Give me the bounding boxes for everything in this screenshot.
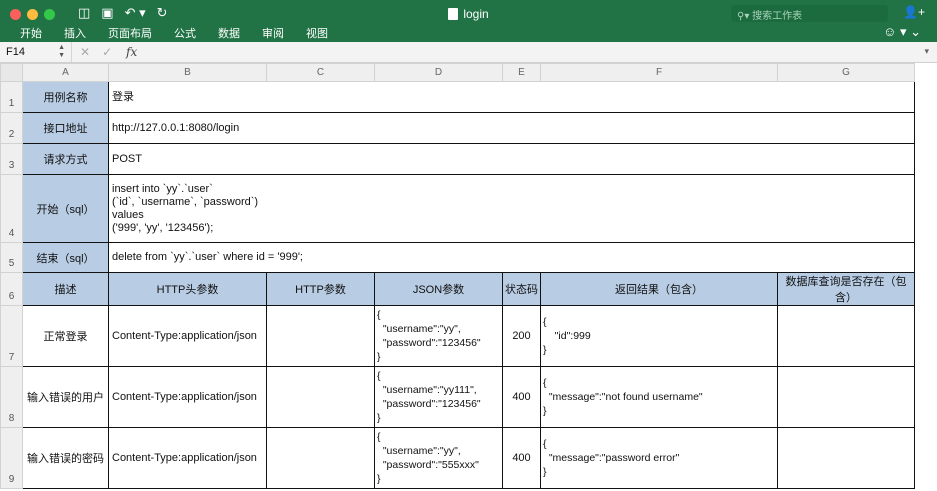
header-db-check[interactable]: 数据库查询是否存在（包含）	[777, 272, 915, 306]
column-header[interactable]: C	[266, 63, 375, 82]
header-result[interactable]: 返回结果（包含）	[540, 272, 778, 306]
column-header[interactable]: E	[502, 63, 541, 82]
case-description[interactable]: 正常登录	[22, 305, 109, 367]
formula-bar: F14 ▲ ▼ ✕ ✓ fx ▾	[0, 42, 937, 63]
table-row: 3 请求方式 POST	[0, 143, 915, 175]
document-icon	[448, 8, 459, 20]
row-header[interactable]: 6	[0, 272, 23, 306]
case-result[interactable]: { "message":"not found username" }	[540, 366, 778, 428]
row-header[interactable]: 8	[0, 366, 23, 428]
add-user-icon[interactable]: 👤+	[903, 5, 925, 19]
case-db[interactable]	[777, 366, 915, 428]
row-header[interactable]: 7	[0, 305, 23, 367]
expand-formula-bar-icon[interactable]: ▾	[924, 46, 929, 57]
select-all-corner[interactable]	[0, 63, 23, 82]
header-http-params[interactable]: HTTP参数	[266, 272, 375, 306]
search-icon: ⚲▾	[737, 11, 753, 22]
endpoint-label[interactable]: 接口地址	[22, 112, 109, 144]
column-header[interactable]: B	[108, 63, 267, 82]
sheet-grid: A B C D E F G 1 用例名称 登录 2 接口地址 http://12…	[0, 63, 915, 489]
case-http-header[interactable]: Content-Type:application/json	[108, 427, 267, 489]
teardown-sql-value[interactable]: delete from `yy`.`user` where id = '999'…	[108, 242, 915, 273]
case-json[interactable]: { "username":"yy", "password":"555xxx" }	[374, 427, 503, 489]
tab-home[interactable]: 开始	[20, 25, 42, 41]
setup-sql-label[interactable]: 开始（sql）	[22, 174, 109, 243]
case-db[interactable]	[777, 305, 915, 367]
setup-sql-value[interactable]: insert into `yy`.`user` (`id`, `username…	[108, 174, 915, 243]
cancel-icon[interactable]: ✕	[80, 45, 90, 59]
case-db[interactable]	[777, 427, 915, 489]
method-value[interactable]: POST	[108, 143, 915, 175]
worksheet: A B C D E F G 1 用例名称 登录 2 接口地址 http://12…	[0, 63, 937, 491]
column-header[interactable]: F	[540, 63, 778, 82]
row-header[interactable]: 1	[0, 81, 23, 113]
table-row: 2 接口地址 http://127.0.0.1:8080/login	[0, 112, 915, 144]
title-bar: ◫ ▣ ↶ ▾ ↻ login ⚲▾ 搜索工作表 👤+ 开始 插入 页面布局 公…	[0, 0, 937, 42]
teardown-sql-label[interactable]: 结束（sql）	[22, 242, 109, 273]
tab-formulas[interactable]: 公式	[174, 25, 196, 41]
table-header-row: 6 描述 HTTP头参数 HTTP参数 JSON参数 状态码 返回结果（包含） …	[0, 272, 915, 306]
column-header[interactable]: G	[777, 63, 915, 82]
tab-data[interactable]: 数据	[218, 25, 240, 41]
case-name-label[interactable]: 用例名称	[22, 81, 109, 113]
case-result[interactable]: { "message":"password error" }	[540, 427, 778, 489]
tab-insert[interactable]: 插入	[64, 25, 86, 41]
row-header[interactable]: 2	[0, 112, 23, 144]
row-header[interactable]: 9	[0, 427, 23, 489]
case-status[interactable]: 400	[502, 427, 541, 489]
formula-buttons: ✕ ✓	[80, 45, 124, 59]
case-description[interactable]: 输入错误的密码	[22, 427, 109, 489]
case-http-param[interactable]	[266, 366, 375, 428]
table-row: 4 开始（sql） insert into `yy`.`user` (`id`,…	[0, 174, 915, 243]
case-name-value[interactable]: 登录	[108, 81, 915, 113]
row-header[interactable]: 3	[0, 143, 23, 175]
case-http-header[interactable]: Content-Type:application/json	[108, 305, 267, 367]
ribbon-tabs: 开始 插入 页面布局 公式 数据 审阅 视图	[0, 25, 328, 41]
search-sheet-input[interactable]: ⚲▾ 搜索工作表	[731, 5, 888, 22]
header-status-code[interactable]: 状态码	[502, 272, 541, 306]
confirm-icon[interactable]: ✓	[102, 45, 112, 59]
case-json[interactable]: { "username":"yy111", "password":"123456…	[374, 366, 503, 428]
header-http-headers[interactable]: HTTP头参数	[108, 272, 267, 306]
case-http-param[interactable]	[266, 427, 375, 489]
column-header[interactable]: A	[22, 63, 109, 82]
endpoint-value[interactable]: http://127.0.0.1:8080/login	[108, 112, 915, 144]
tab-page-layout[interactable]: 页面布局	[108, 25, 152, 41]
case-http-param[interactable]	[266, 305, 375, 367]
name-box[interactable]: F14 ▲ ▼	[0, 42, 72, 62]
case-json[interactable]: { "username":"yy", "password":"123456" }	[374, 305, 503, 367]
table-row: 5 结束（sql） delete from `yy`.`user` where …	[0, 242, 915, 273]
function-icon[interactable]: fx	[126, 45, 137, 59]
case-status[interactable]: 400	[502, 366, 541, 428]
method-label[interactable]: 请求方式	[22, 143, 109, 175]
case-http-header[interactable]: Content-Type:application/json	[108, 366, 267, 428]
column-header[interactable]: D	[374, 63, 503, 82]
header-json-params[interactable]: JSON参数	[374, 272, 503, 306]
case-description[interactable]: 输入错误的用户	[22, 366, 109, 428]
tab-review[interactable]: 审阅	[262, 25, 284, 41]
name-box-stepper-icon[interactable]: ▲ ▼	[58, 44, 65, 60]
table-row: 1 用例名称 登录	[0, 81, 915, 113]
table-row: 9 输入错误的密码 Content-Type:application/json …	[0, 427, 915, 489]
tab-view[interactable]: 视图	[306, 25, 328, 41]
case-result[interactable]: { "id":999 }	[540, 305, 778, 367]
column-header-row: A B C D E F G	[0, 63, 915, 82]
feedback-smiley-icon[interactable]: ☺ ▾ ⌄	[883, 24, 921, 40]
table-row: 7 正常登录 Content-Type:application/json { "…	[0, 305, 915, 367]
row-header[interactable]: 5	[0, 242, 23, 273]
table-row: 8 输入错误的用户 Content-Type:application/json …	[0, 366, 915, 428]
header-description[interactable]: 描述	[22, 272, 109, 306]
row-header[interactable]: 4	[0, 174, 23, 243]
case-status[interactable]: 200	[502, 305, 541, 367]
